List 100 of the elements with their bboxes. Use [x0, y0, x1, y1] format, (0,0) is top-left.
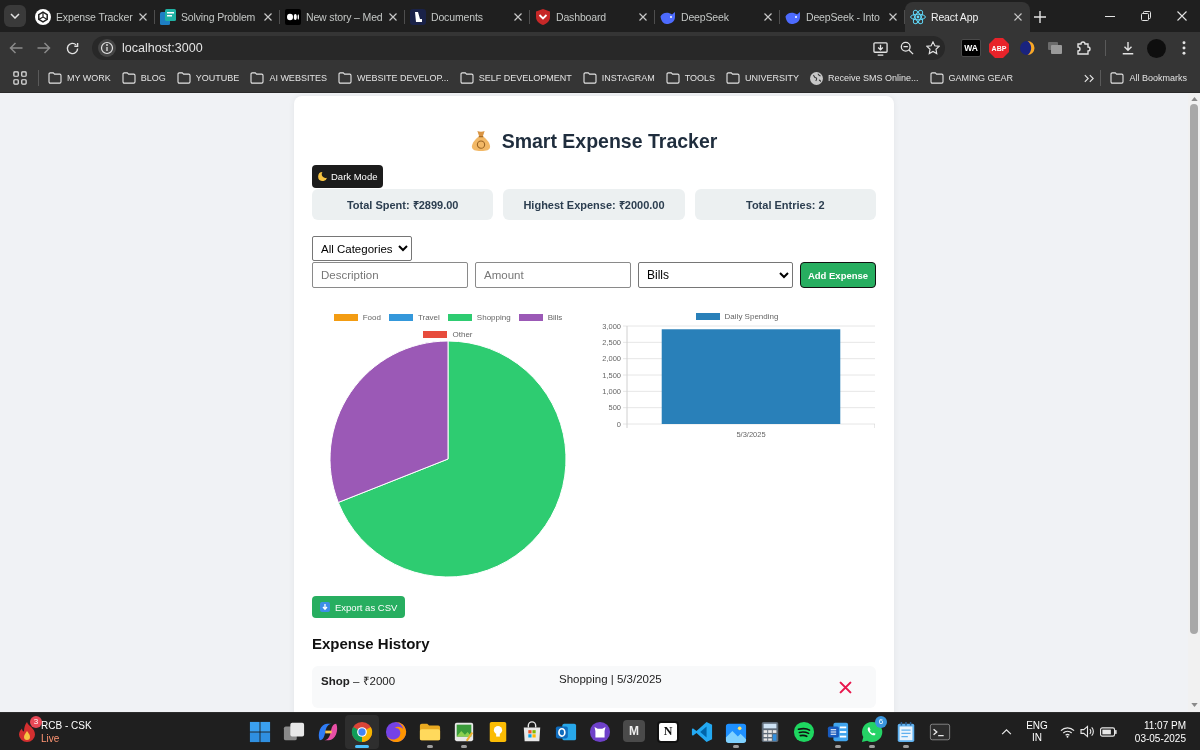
- shopping-bag-icon: [521, 720, 543, 743]
- folder-icon: [582, 72, 597, 84]
- arrow-left-icon[interactable]: [9, 42, 23, 54]
- taskbar-button[interactable]: N: [651, 714, 685, 749]
- url-text: localhost:3000: [122, 41, 204, 55]
- browser-tab[interactable]: Dashboard: [530, 2, 655, 32]
- legend-label: Shopping: [476, 313, 511, 323]
- bookmark-folder[interactable]: SELF DEVELOPMENT: [455, 66, 576, 90]
- folder-icon: [726, 72, 740, 84]
- delete-icon[interactable]: [839, 680, 852, 694]
- scrollbar[interactable]: [1188, 93, 1200, 712]
- money-bag-icon: [470, 130, 491, 152]
- browser-tab[interactable]: New story – Med: [280, 2, 405, 32]
- zoom-out-icon[interactable]: [900, 41, 914, 55]
- amount-input[interactable]: Amount: [475, 262, 631, 288]
- taskbar-button[interactable]: [345, 714, 379, 749]
- category-select[interactable]: Bills: [638, 262, 793, 288]
- tab-search-button[interactable]: [4, 5, 26, 27]
- document-icon: [827, 720, 849, 743]
- extension-button[interactable]: WA: [961, 39, 981, 57]
- apps-grid-icon[interactable]: [13, 71, 27, 85]
- bookmark-folder[interactable]: WEBSITE DEVELOP...: [333, 66, 453, 90]
- category-filter-select[interactable]: All Categories: [312, 236, 412, 261]
- close-icon[interactable]: [1177, 11, 1187, 21]
- chat-bubble-icon: [861, 720, 883, 743]
- puzzle-icon[interactable]: [1075, 40, 1091, 56]
- bookmark-folder[interactable]: MY WORK: [44, 66, 115, 90]
- clock-date[interactable]: 03-05-2025: [1134, 731, 1186, 745]
- address-bar[interactable]: localhost:3000: [92, 36, 945, 60]
- close-icon[interactable]: [1014, 13, 1022, 21]
- close-icon[interactable]: [889, 13, 897, 21]
- dark-mode-button[interactable]: Dark Mode: [312, 165, 384, 188]
- taskbar-button[interactable]: M: [617, 714, 651, 749]
- download-arrow-icon: [320, 602, 330, 612]
- close-icon[interactable]: [764, 13, 772, 21]
- description-input[interactable]: Description: [312, 262, 468, 288]
- knot-icon: [35, 9, 51, 25]
- arrow-down-icon[interactable]: [1190, 703, 1198, 707]
- bookmark-link[interactable]: Receive SMS Online...: [806, 66, 923, 90]
- bookmark-folder[interactable]: GAMING GEAR: [925, 66, 1018, 90]
- close-icon[interactable]: [264, 13, 272, 21]
- kebab-menu-icon[interactable]: [1182, 41, 1186, 55]
- whale-icon: [785, 9, 801, 25]
- close-icon[interactable]: [389, 13, 397, 21]
- chevron-up-icon[interactable]: [1001, 728, 1013, 735]
- browser-tab[interactable]: Solving Problem: [155, 2, 280, 32]
- bookmark-folder[interactable]: UNIVERSITY: [722, 66, 803, 90]
- close-icon[interactable]: [639, 13, 647, 21]
- browser-tab[interactable]: DeepSeek: [655, 2, 780, 32]
- widget-status: Live: [41, 731, 61, 745]
- browser-tab[interactable]: Expense Tracker: [30, 2, 155, 32]
- code-ribbon-icon: [691, 720, 713, 743]
- star-icon[interactable]: [926, 41, 940, 55]
- calculator-icon: [759, 720, 781, 743]
- bookmark-folder[interactable]: BLOG: [117, 66, 170, 90]
- bookmark-folder[interactable]: AI WEBSITES: [246, 66, 331, 90]
- minimize-icon[interactable]: [1105, 15, 1115, 17]
- plus-icon[interactable]: [1034, 11, 1046, 23]
- flame-icon[interactable]: [18, 721, 36, 742]
- stat-card: Total Entries: 2: [694, 189, 876, 220]
- lightbulb-icon: [487, 720, 509, 743]
- overlapping-windows-icon: [283, 720, 305, 743]
- download-icon[interactable]: [1121, 41, 1135, 55]
- input-language[interactable]: ENG: [1026, 719, 1048, 732]
- double-chevron-icon[interactable]: [1084, 73, 1095, 83]
- close-icon[interactable]: [514, 13, 522, 21]
- stacked-tiles-icon: [160, 9, 176, 25]
- atom-icon: [910, 9, 926, 25]
- expense-label: Shop – ₹2000: [321, 674, 397, 689]
- volume-icon[interactable]: [1079, 725, 1095, 738]
- clock-time[interactable]: 11:07 PM: [1143, 718, 1186, 732]
- folder-icon: [337, 72, 352, 84]
- browser-tab[interactable]: DeepSeek - Into: [780, 2, 905, 32]
- bookmark-folder[interactable]: TOOLS: [661, 66, 719, 90]
- arrow-right-icon[interactable]: [37, 42, 51, 54]
- bookmark-folder[interactable]: YOUTUBE: [172, 66, 244, 90]
- legend-label: Other: [452, 329, 473, 339]
- monitor-download-icon[interactable]: [873, 40, 888, 56]
- info-icon[interactable]: [98, 39, 116, 57]
- crescent-moon-icon: [318, 172, 327, 181]
- browser-tab[interactable]: Documents: [405, 2, 530, 32]
- browser-tab[interactable]: React App: [905, 2, 1030, 32]
- input-language[interactable]: IN: [1032, 731, 1042, 744]
- wifi-icon[interactable]: [1059, 725, 1075, 738]
- scrollbar-thumb[interactable]: [1190, 104, 1198, 634]
- expense-meta: Shopping | 5/3/2025: [559, 672, 663, 687]
- battery-icon[interactable]: [1099, 726, 1117, 737]
- bookmark-folder[interactable]: INSTAGRAM: [578, 66, 659, 90]
- arrow-up-icon[interactable]: [1190, 97, 1198, 101]
- folder-icon: [1110, 72, 1125, 84]
- folder-icon: [48, 72, 62, 84]
- crescent-icon[interactable]: [1019, 40, 1035, 56]
- bookmark-folder[interactable]: All Bookmarks: [1106, 66, 1191, 90]
- reload-icon[interactable]: [65, 41, 79, 55]
- folder-icon: [459, 72, 474, 84]
- stacked-cards-icon[interactable]: [1047, 41, 1063, 55]
- widget-title[interactable]: RCB - CSK: [41, 718, 92, 732]
- four-squares-icon: [249, 720, 271, 743]
- restore-icon[interactable]: [1141, 11, 1151, 21]
- close-icon[interactable]: [139, 13, 147, 21]
